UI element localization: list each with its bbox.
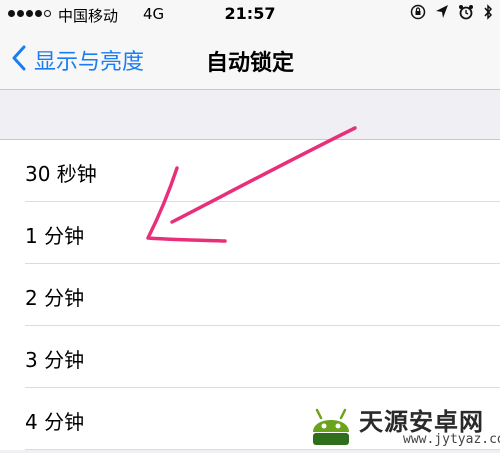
location-arrow-icon	[435, 4, 449, 20]
option-30-seconds[interactable]: 30 秒钟	[0, 140, 500, 202]
bluetooth-icon	[483, 4, 493, 20]
watermark: 天源安卓网 www.jytyaz.com	[305, 400, 500, 453]
status-icons	[410, 4, 493, 20]
option-label: 3 分钟	[25, 348, 85, 372]
option-label: 2 分钟	[25, 286, 85, 310]
navigation-bar: 显示与亮度 自动锁定	[0, 30, 500, 90]
orientation-lock-icon	[410, 4, 426, 20]
option-label: 4 分钟	[25, 410, 85, 434]
option-label: 1 分钟	[25, 224, 85, 248]
option-label: 30 秒钟	[25, 162, 97, 186]
watermark-url: www.jytyaz.com	[403, 432, 500, 447]
option-3-minutes[interactable]: 3 分钟	[0, 326, 500, 388]
option-1-minute[interactable]: 1 分钟	[0, 202, 500, 264]
android-logo-icon	[307, 402, 355, 452]
page-title: 自动锁定	[205, 51, 294, 76]
status-bar: 中国移动 4G 21:57	[0, 0, 500, 30]
option-2-minutes[interactable]: 2 分钟	[0, 264, 500, 326]
alarm-icon	[458, 4, 474, 20]
